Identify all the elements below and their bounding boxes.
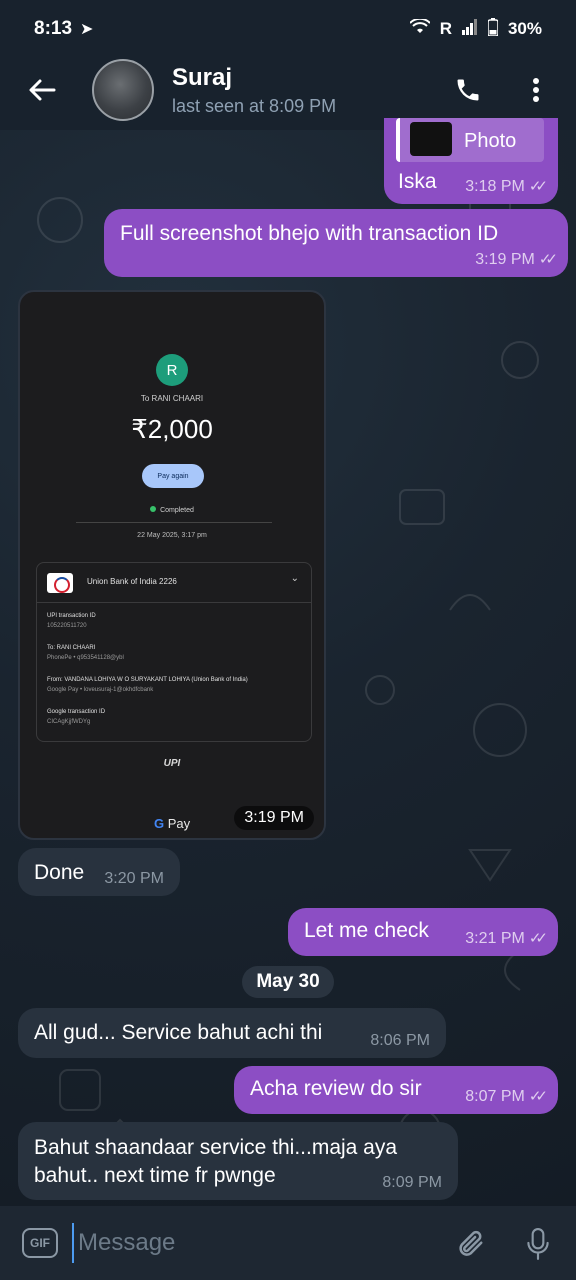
payment-amount: ₹2,000 xyxy=(131,414,213,444)
divider xyxy=(76,522,272,523)
message-input[interactable] xyxy=(72,1223,412,1263)
message-bubble-incoming[interactable]: All gud... Service bahut achi thi 8:06 P… xyxy=(18,1008,446,1058)
contact-name: Suraj xyxy=(172,63,233,91)
status-icons: R 30% xyxy=(408,17,542,41)
microphone-icon xyxy=(527,1228,549,1260)
more-vertical-icon xyxy=(533,78,539,102)
read-ticks-icon: ✓✓ xyxy=(528,1088,548,1105)
completed-dot-icon xyxy=(150,506,157,512)
message-line: Bahut shaandaar service thi...maja aya xyxy=(34,1136,398,1159)
send-arrow-icon: ➤ xyxy=(80,21,94,38)
more-options-button[interactable] xyxy=(514,68,558,112)
payment-screenshot-image[interactable]: R To RANI CHAARI ₹2,000 Pay again Comple… xyxy=(18,290,326,840)
upi-logo: UPI xyxy=(163,758,181,769)
message-text: Iska xyxy=(398,170,437,193)
bank-row: Union Bank of India 2226 ⌄ xyxy=(37,563,311,603)
message-time: 3:18 PM ✓✓ xyxy=(465,178,548,195)
message-text: All gud... Service bahut achi thi xyxy=(34,1021,323,1044)
signal-icon xyxy=(461,18,478,40)
to-field: To: RANI CHAARI PhonePe • q953541128@ybl xyxy=(47,645,124,661)
message-bubble-outgoing[interactable]: Let me check 3:21 PM ✓✓ xyxy=(288,908,558,956)
message-time: 3:19 PM ✓✓ xyxy=(475,251,558,268)
transaction-details-card: Union Bank of India 2226 ⌄ UPI transacti… xyxy=(36,562,312,742)
back-arrow-icon xyxy=(29,79,56,101)
message-bubble-incoming[interactable]: Done 3:20 PM xyxy=(18,848,180,896)
contact-avatar[interactable] xyxy=(92,59,154,121)
payment-status: Completed xyxy=(20,506,324,514)
chevron-down-icon: ⌄ xyxy=(290,573,299,584)
message-time: 8:09 PM xyxy=(382,1174,442,1191)
reply-thumbnail xyxy=(410,122,452,156)
attach-button[interactable] xyxy=(450,1224,490,1264)
message-bubble-outgoing[interactable]: Acha review do sir 8:07 PM ✓✓ xyxy=(234,1066,558,1114)
message-text: Acha review do sir xyxy=(250,1077,422,1100)
reply-label: Photo xyxy=(464,130,517,152)
read-ticks-icon: ✓✓ xyxy=(538,251,558,268)
message-text: Full screenshot bhejo with transaction I… xyxy=(120,222,499,245)
payee-name: To RANI CHAARI xyxy=(140,394,204,403)
message-text: Bahut shaandaar service thi...maja aya b… xyxy=(34,1134,397,1190)
from-field: From: VANDANA LOHIYA W O SURYAKANT LOHIY… xyxy=(47,677,248,693)
paperclip-icon xyxy=(459,1230,483,1256)
message-line: bahut.. next time fr pwnge xyxy=(34,1164,276,1187)
message-bubble-outgoing[interactable]: Full screenshot bhejo with transaction I… xyxy=(104,209,568,277)
message-bubble-incoming[interactable]: Bahut shaandaar service thi...maja aya b… xyxy=(18,1122,458,1200)
message-text: Let me check xyxy=(304,919,429,942)
phone-icon xyxy=(457,79,479,101)
contact-info[interactable]: Suraj last seen at 8:09 PM xyxy=(172,64,336,117)
date-separator: May 30 xyxy=(242,966,334,998)
gpay-logo: G Pay xyxy=(154,816,191,831)
image-time: 3:19 PM xyxy=(234,806,314,830)
union-bank-logo-icon xyxy=(47,573,73,593)
message-time: 3:21 PM ✓✓ xyxy=(465,930,548,947)
reply-preview[interactable]: Photo xyxy=(396,118,544,162)
message-composer: GIF xyxy=(0,1206,576,1280)
message-time: 3:20 PM xyxy=(104,870,164,887)
call-button[interactable] xyxy=(446,68,490,112)
message-text: Done xyxy=(34,861,85,884)
battery-icon xyxy=(487,17,499,41)
payment-date: 22 May 2025, 3:17 pm xyxy=(137,532,207,539)
network-label: R xyxy=(439,19,452,38)
battery-percent: 30% xyxy=(507,19,542,38)
microphone-button[interactable] xyxy=(518,1224,558,1264)
message-time: 8:07 PM ✓✓ xyxy=(465,1088,548,1105)
read-ticks-icon: ✓✓ xyxy=(528,930,548,947)
last-seen-status: last seen at 8:09 PM xyxy=(172,95,337,116)
message-time: 8:06 PM xyxy=(370,1032,430,1049)
back-button[interactable] xyxy=(12,60,72,120)
gif-button[interactable]: GIF xyxy=(22,1228,58,1258)
upi-transaction-field: UPI transaction ID 105220511720 xyxy=(47,613,96,629)
bank-name: Union Bank of India 2226 xyxy=(87,577,177,586)
read-ticks-icon: ✓✓ xyxy=(528,178,548,195)
status-time: 8:13 xyxy=(34,18,73,39)
wifi-icon xyxy=(408,17,431,40)
message-bubble-outgoing[interactable]: Photo Iska 3:18 PM ✓✓ xyxy=(384,118,558,204)
pay-again-button: Pay again xyxy=(142,464,204,488)
payee-avatar: R xyxy=(156,354,188,386)
google-transaction-field: Google transaction ID CICAgKjjfWDYg xyxy=(47,709,106,725)
